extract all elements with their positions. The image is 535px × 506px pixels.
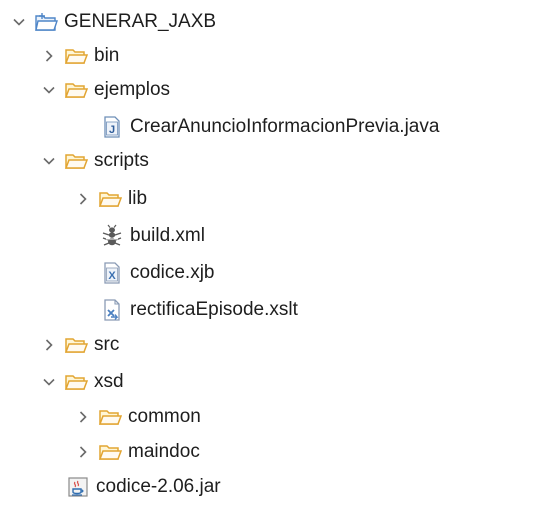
chevron-right-icon[interactable] [40, 336, 58, 354]
tree-item-label: common [128, 406, 201, 427]
project-folder-icon [34, 10, 58, 34]
tree-item-label: codice-2.06.jar [96, 476, 221, 497]
tree-item-maindoc[interactable]: maindoc [74, 435, 200, 469]
chevron-down-icon[interactable] [40, 81, 58, 99]
tree-item-build-xml[interactable]: build.xml [94, 219, 205, 253]
tree-item-ejemplos[interactable]: ejemplos [40, 73, 170, 107]
ant-build-icon [100, 224, 124, 248]
tree-item-label: lib [128, 188, 148, 209]
chevron-right-icon[interactable] [40, 47, 58, 65]
folder-icon [64, 149, 88, 173]
tree-item-label: bin [94, 45, 120, 66]
jar-file-icon [66, 475, 90, 499]
tree-item-label: codice.xjb [130, 262, 215, 283]
svg-text:J: J [109, 124, 115, 136]
tree-item-label: scripts [94, 150, 149, 171]
tree-item-scripts[interactable]: scripts [40, 144, 149, 178]
xjb-file-icon: X [100, 261, 124, 285]
folder-icon [64, 44, 88, 68]
tree-item-common[interactable]: common [74, 400, 201, 434]
svg-text:X: X [108, 270, 116, 282]
folder-icon [64, 370, 88, 394]
xslt-file-icon [100, 298, 124, 322]
chevron-right-icon[interactable] [74, 190, 92, 208]
tree-item-label: xsd [94, 371, 124, 392]
chevron-right-icon[interactable] [74, 443, 92, 461]
tree-item-bin[interactable]: bin [40, 39, 119, 73]
folder-icon [64, 78, 88, 102]
folder-icon [98, 405, 122, 429]
tree-item-java-file[interactable]: J CrearAnuncioInformacionPrevia.java [94, 110, 439, 144]
tree-item-label: rectificaEpisode.xslt [130, 299, 298, 320]
tree-item-codice-xjb[interactable]: X codice.xjb [94, 256, 215, 290]
tree-item-src[interactable]: src [40, 328, 119, 362]
tree-item-xsd[interactable]: xsd [40, 365, 124, 399]
java-file-icon: J [100, 115, 124, 139]
folder-icon [64, 333, 88, 357]
tree-item-codice-jar[interactable]: codice-2.06.jar [60, 470, 221, 504]
tree-item-label: build.xml [130, 225, 205, 246]
chevron-down-icon[interactable] [10, 13, 28, 31]
folder-icon [98, 440, 122, 464]
chevron-down-icon[interactable] [40, 373, 58, 391]
tree-item-label: GENERAR_JAXB [64, 11, 217, 32]
tree-item-generar-jaxb[interactable]: GENERAR_JAXB [10, 5, 216, 39]
tree-item-lib[interactable]: lib [74, 182, 147, 216]
tree-item-rectifica-episode-xslt[interactable]: rectificaEpisode.xslt [94, 293, 298, 327]
tree-item-label: ejemplos [94, 79, 171, 100]
folder-icon [98, 187, 122, 211]
tree-item-label: maindoc [128, 441, 200, 462]
chevron-right-icon[interactable] [74, 408, 92, 426]
tree-item-label: CrearAnuncioInformacionPrevia.java [130, 116, 440, 137]
chevron-down-icon[interactable] [40, 152, 58, 170]
tree-item-label: src [94, 334, 120, 355]
project-explorer-tree: GENERAR_JAXB bin ejemplos J CrearAnuncio… [0, 0, 535, 506]
